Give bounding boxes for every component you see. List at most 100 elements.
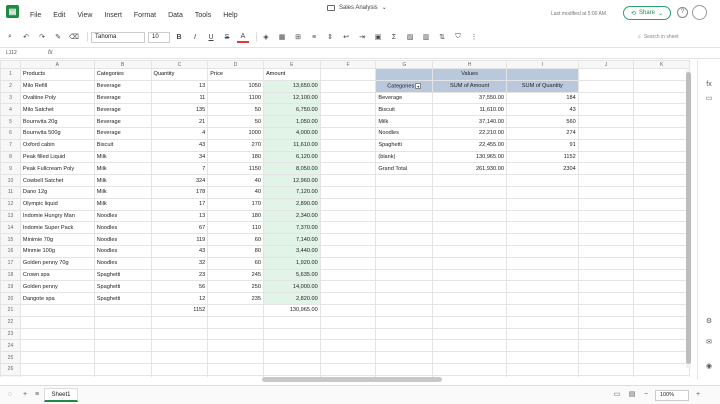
price-cell[interactable]: 180 xyxy=(207,150,264,164)
amount-cell[interactable]: 4,000.00 xyxy=(262,126,321,140)
quantity-cell[interactable]: 34 xyxy=(150,150,209,164)
cell[interactable] xyxy=(577,68,635,81)
cell[interactable] xyxy=(319,91,377,105)
column-title-cell[interactable]: Categories xyxy=(93,68,152,81)
cell[interactable] xyxy=(319,292,377,305)
cell[interactable] xyxy=(150,315,209,329)
cell[interactable] xyxy=(319,221,377,235)
category-cell[interactable]: Beverage xyxy=(93,115,152,128)
cell[interactable] xyxy=(633,339,690,353)
category-cell[interactable]: Beverage xyxy=(93,91,152,105)
cell[interactable] xyxy=(577,138,635,152)
price-cell[interactable]: 245 xyxy=(207,268,264,282)
cell[interactable] xyxy=(505,327,579,341)
row-header[interactable]: 8 xyxy=(0,150,21,164)
cell[interactable] xyxy=(319,185,377,199)
product-cell[interactable]: Bournvita 500g xyxy=(19,126,95,140)
filter-icon[interactable]: ⛉ xyxy=(452,31,464,43)
settings-icon[interactable]: ⚙ xyxy=(703,315,715,327)
cell[interactable] xyxy=(207,351,264,364)
cell[interactable] xyxy=(19,327,95,341)
vertical-scrollbar[interactable] xyxy=(686,70,691,368)
more-icon[interactable]: ⋮ xyxy=(468,31,480,43)
sheet-table[interactable]: A B C D E F G H I J K 1 Products Categorie… xyxy=(0,60,690,377)
cell[interactable] xyxy=(432,221,507,235)
cell[interactable] xyxy=(262,327,321,341)
cell[interactable] xyxy=(505,185,579,199)
cell[interactable] xyxy=(432,268,507,282)
column-header[interactable]: J xyxy=(577,60,635,69)
cell[interactable] xyxy=(375,339,434,353)
pivot-quantity-cell[interactable]: 1152 xyxy=(505,150,579,164)
row-header[interactable]: 21 xyxy=(0,303,21,317)
filter-dropdown-icon[interactable]: ▾ xyxy=(415,82,422,89)
cell[interactable] xyxy=(577,351,635,364)
amount-cell[interactable]: 8,050.00 xyxy=(262,162,321,176)
quantity-total-cell[interactable]: 1152 xyxy=(150,303,209,317)
cell[interactable] xyxy=(432,256,507,270)
cell[interactable] xyxy=(93,339,152,353)
column-header[interactable]: A xyxy=(19,60,95,69)
paint-format-icon[interactable]: ✎ xyxy=(52,31,64,43)
pivot-amount-cell[interactable]: 22,210.00 xyxy=(432,126,507,140)
product-cell[interactable]: Golden penny xyxy=(19,280,95,294)
sheet-tab[interactable]: Sheet1 xyxy=(44,388,78,402)
quantity-cell[interactable]: 11 xyxy=(150,91,209,105)
cell[interactable] xyxy=(505,256,579,270)
row-header[interactable]: 27 xyxy=(0,374,21,377)
price-cell[interactable]: 250 xyxy=(207,280,264,294)
insert-image-icon[interactable]: ▨ xyxy=(404,31,416,43)
zoom-select[interactable]: 100% xyxy=(655,390,689,401)
cell[interactable] xyxy=(505,209,579,223)
cell[interactable] xyxy=(93,374,152,377)
cell[interactable] xyxy=(633,327,690,341)
pivot-values-label[interactable]: Values xyxy=(432,68,507,81)
cell[interactable] xyxy=(375,244,434,258)
price-cell[interactable]: 1100 xyxy=(207,91,264,105)
price-cell[interactable]: 80 xyxy=(207,244,264,258)
cell[interactable] xyxy=(319,209,377,223)
cell[interactable] xyxy=(319,280,377,294)
select-all-corner[interactable] xyxy=(0,60,21,69)
category-cell[interactable]: Milk xyxy=(93,150,152,164)
amount-cell[interactable]: 5,635.00 xyxy=(262,268,321,282)
cell[interactable] xyxy=(150,327,209,341)
quantity-cell[interactable]: 135 xyxy=(150,103,209,117)
price-cell[interactable]: 235 xyxy=(207,292,264,305)
price-cell[interactable]: 50 xyxy=(207,103,264,117)
column-header[interactable]: B xyxy=(93,60,152,69)
row-header[interactable]: 16 xyxy=(0,244,21,258)
folder-icon[interactable] xyxy=(327,4,335,11)
cell[interactable] xyxy=(577,150,635,164)
pivot-cell[interactable] xyxy=(375,68,434,81)
menu-view[interactable]: View xyxy=(77,12,92,19)
price-cell[interactable]: 1150 xyxy=(207,162,264,176)
cell[interactable] xyxy=(577,315,635,329)
cell[interactable] xyxy=(577,233,635,246)
quantity-cell[interactable]: 119 xyxy=(150,233,209,246)
row-header[interactable]: 23 xyxy=(0,327,21,341)
category-cell[interactable]: Spaghetti xyxy=(93,280,152,294)
cell[interactable] xyxy=(577,126,635,140)
cell[interactable] xyxy=(633,374,690,377)
assistant-icon[interactable]: ◉ xyxy=(703,360,715,372)
menu-file[interactable]: File xyxy=(30,12,41,19)
amount-cell[interactable]: 7,370.00 xyxy=(262,221,321,235)
category-cell[interactable]: Beverage xyxy=(93,79,152,93)
cell[interactable] xyxy=(577,197,635,211)
cell[interactable] xyxy=(319,327,377,341)
category-cell[interactable]: Noodles xyxy=(93,209,152,223)
cell[interactable] xyxy=(633,68,690,81)
amount-cell[interactable]: 2,890.00 xyxy=(262,197,321,211)
cell[interactable] xyxy=(505,351,579,364)
cell[interactable] xyxy=(633,256,690,270)
category-cell[interactable]: Noodles xyxy=(93,244,152,258)
row-header[interactable]: 5 xyxy=(0,115,21,128)
category-cell[interactable]: Milk xyxy=(93,197,152,211)
product-cell[interactable]: Cowbell Satchet xyxy=(19,174,95,187)
cell[interactable] xyxy=(375,327,434,341)
product-cell[interactable]: Milo Refill xyxy=(19,79,95,93)
cell[interactable] xyxy=(633,197,690,211)
row-header[interactable]: 17 xyxy=(0,256,21,270)
column-header[interactable]: K xyxy=(633,60,690,69)
